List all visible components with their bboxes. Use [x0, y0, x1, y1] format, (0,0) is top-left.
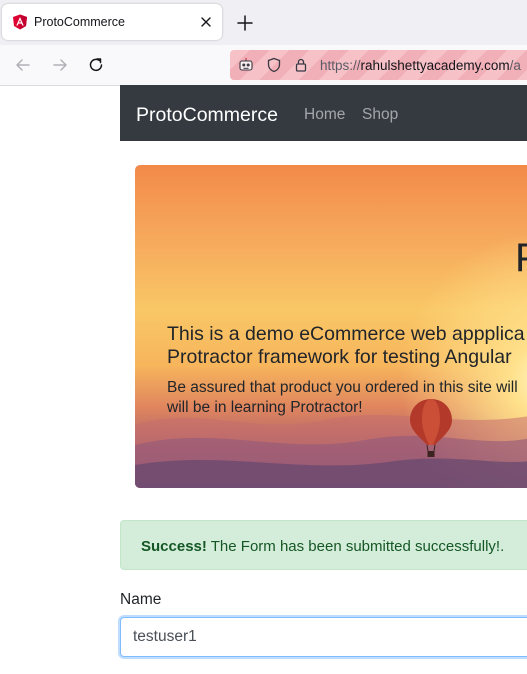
- nav-link-home[interactable]: Home: [304, 106, 345, 124]
- hero-title: P: [515, 236, 527, 281]
- shield-icon[interactable]: [266, 57, 282, 73]
- url-path: /a: [509, 58, 521, 73]
- hero-subtext: Be assured that product you ordered in t…: [167, 378, 518, 418]
- back-arrow-icon[interactable]: [14, 56, 32, 74]
- address-bar[interactable]: https://rahulshettyacademy.com/a: [230, 50, 527, 80]
- navbar-brand[interactable]: ProtoCommerce: [136, 104, 278, 127]
- reload-icon[interactable]: [87, 56, 105, 74]
- hero-subtext-line: will be in learning Protractor!: [167, 399, 363, 416]
- tab-title: ProtoCommerce: [34, 15, 125, 29]
- url-host: rahulshettyacademy.com: [360, 58, 510, 73]
- browser-tab[interactable]: ProtoCommerce: [2, 4, 222, 40]
- hero-banner: P This is a demo eCommerce web appplica …: [135, 165, 527, 488]
- forward-arrow-icon[interactable]: [51, 56, 69, 74]
- hero-lead-line: Protractor framework for testing Angular: [167, 346, 512, 368]
- url-text[interactable]: https://rahulshettyacademy.com/a: [320, 58, 521, 73]
- plus-icon[interactable]: [236, 14, 254, 32]
- alert-text: Success! The Form has been submitted suc…: [141, 538, 504, 555]
- lock-icon[interactable]: [293, 57, 309, 73]
- nav-link-shop[interactable]: Shop: [362, 106, 398, 124]
- hero-subtext-line: Be assured that product you ordered in t…: [167, 379, 518, 396]
- alert-message: The Form has been submitted successfully…: [206, 538, 505, 555]
- url-scheme: https://: [320, 58, 361, 73]
- name-input[interactable]: [120, 617, 527, 657]
- hero-lead: This is a demo eCommerce web appplica Pr…: [167, 323, 525, 369]
- close-icon[interactable]: [198, 14, 214, 30]
- name-label: Name: [120, 591, 162, 608]
- success-alert: Success! The Form has been submitted suc…: [120, 520, 527, 570]
- browser-toolbar: https://rahulshettyacademy.com/a: [0, 45, 527, 86]
- alert-strong: Success!: [141, 538, 207, 555]
- angular-logo-icon: [13, 14, 27, 30]
- browser-tab-strip: ProtoCommerce: [0, 0, 527, 45]
- hero-lead-line: This is a demo eCommerce web appplica: [167, 323, 525, 345]
- site-navbar: ProtoCommerce Home Shop: [120, 85, 527, 141]
- robot-icon[interactable]: [238, 57, 254, 73]
